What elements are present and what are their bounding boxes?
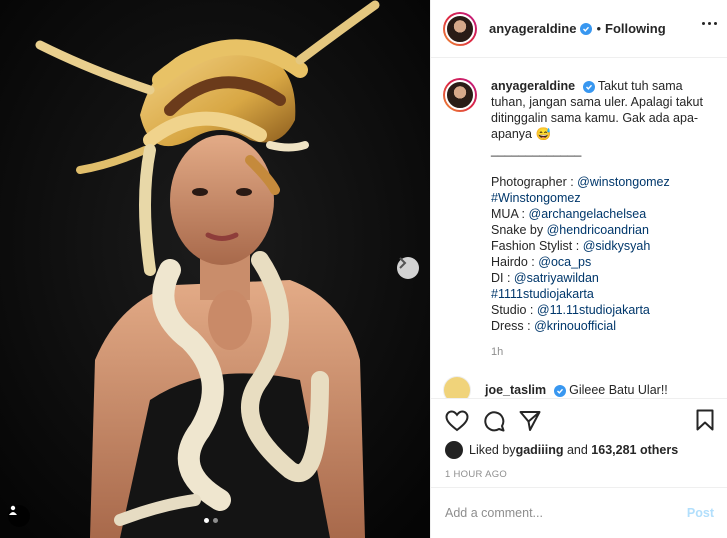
liker-username[interactable]: gadiiing xyxy=(516,443,564,457)
comment-text: Gileee Batu Ular!! xyxy=(569,383,668,397)
carousel-dot-active xyxy=(204,518,209,523)
credit-line: #1111studiojakarta xyxy=(491,286,701,302)
mention-link[interactable]: @satriyawildan xyxy=(514,271,599,285)
caption: anyageraldine Takut tuh sama tuhan, jang… xyxy=(443,78,716,360)
credit-line: Hairdo : @oca_ps xyxy=(491,255,592,269)
verified-icon xyxy=(553,385,566,397)
share-button[interactable] xyxy=(519,410,541,432)
mention-link[interactable]: @krinouofficial xyxy=(534,319,616,333)
post-photo[interactable] xyxy=(0,0,430,538)
mention-link[interactable]: @archangelachelsea xyxy=(529,207,647,221)
hashtag-link[interactable]: #1111studiojakarta xyxy=(491,287,594,301)
avatar[interactable] xyxy=(445,441,463,459)
like-button[interactable] xyxy=(445,410,469,432)
bookmark-icon xyxy=(696,409,714,431)
caption-divider: _____________ xyxy=(491,143,582,157)
likes-count[interactable]: 163,281 others xyxy=(591,443,678,457)
mention-link[interactable]: @hendricoandrian xyxy=(547,223,649,237)
mention-link[interactable]: @oca_ps xyxy=(538,255,591,269)
carousel-indicator xyxy=(204,518,218,523)
following-button[interactable]: Following xyxy=(605,21,666,36)
next-slide-button[interactable] xyxy=(397,257,419,279)
credit-line: Studio : @11.11studiojakarta xyxy=(491,303,650,317)
comment-username[interactable]: joe_taslim xyxy=(485,383,546,397)
author-avatar[interactable] xyxy=(443,11,477,46)
caption-line: tuhan, jangan sama uler. Apalagi takut xyxy=(491,95,703,109)
avatar xyxy=(445,13,475,44)
comment-button[interactable] xyxy=(483,410,505,432)
credit-line: Photographer : @winstongomez xyxy=(491,175,670,189)
verified-icon xyxy=(580,22,593,35)
caption-username[interactable]: anyageraldine xyxy=(491,79,575,93)
post-image xyxy=(0,0,430,538)
comment-input[interactable] xyxy=(445,506,687,520)
more-options-icon[interactable] xyxy=(702,22,717,25)
author-username[interactable]: anyageraldine xyxy=(489,21,576,36)
caption-line: ditinggalin sama kamu. Gak ada apa- xyxy=(491,111,699,125)
credit-line: Dress : @krinouofficial xyxy=(491,319,617,333)
caption-text: anyageraldine Takut tuh sama tuhan, jang… xyxy=(491,78,703,360)
verified-icon xyxy=(582,81,595,93)
credit-line: MUA : @archangelachelsea xyxy=(491,207,647,221)
caption-line: apanya 😅 xyxy=(491,127,552,141)
caption-line: Takut tuh sama xyxy=(597,79,683,93)
avatar[interactable] xyxy=(443,376,471,398)
mention-link[interactable]: @sidkysyah xyxy=(583,239,651,253)
comment-item: joe_taslim Gileee Batu Ular!! xyxy=(443,376,716,398)
mention-link[interactable]: @11.11studiojakarta xyxy=(537,303,650,317)
comment-icon xyxy=(484,411,505,432)
heart-icon xyxy=(445,410,469,432)
credit-line: Snake by @hendricoandrian xyxy=(491,223,649,237)
add-comment-bar: Post xyxy=(431,487,727,538)
header-separator: • xyxy=(596,21,601,36)
credit-line: Fashion Stylist : @sidkysyah xyxy=(491,239,651,253)
post-timestamp[interactable]: 1 HOUR AGO xyxy=(445,469,714,480)
post-sidebar: anyageraldine • Following anyageraldine … xyxy=(430,0,727,538)
post-actions: Liked by gadiiing and 163,281 others 1 H… xyxy=(431,398,727,486)
hashtag-link[interactable]: #Winstongomez xyxy=(491,191,581,205)
mention-link[interactable]: @winstongomez xyxy=(577,175,670,189)
chevron-right-icon xyxy=(399,257,407,269)
post-comment-button[interactable]: Post xyxy=(687,506,714,520)
user-tag-button[interactable] xyxy=(8,505,30,527)
caption-avatar[interactable] xyxy=(443,78,477,112)
likes-summary: Liked by gadiiing and 163,281 others xyxy=(445,441,714,459)
save-button[interactable] xyxy=(696,409,714,434)
credit-line: DI : @satriyawildan xyxy=(491,271,599,285)
post-header: anyageraldine • Following xyxy=(431,0,727,58)
caption-timestamp[interactable]: 1h xyxy=(491,344,701,360)
carousel-dot xyxy=(213,518,218,523)
credit-line: #Winstongomez xyxy=(491,190,701,206)
user-tag-icon xyxy=(9,505,17,515)
comments-list[interactable]: anyageraldine Takut tuh sama tuhan, jang… xyxy=(431,58,727,398)
share-icon xyxy=(519,411,541,431)
